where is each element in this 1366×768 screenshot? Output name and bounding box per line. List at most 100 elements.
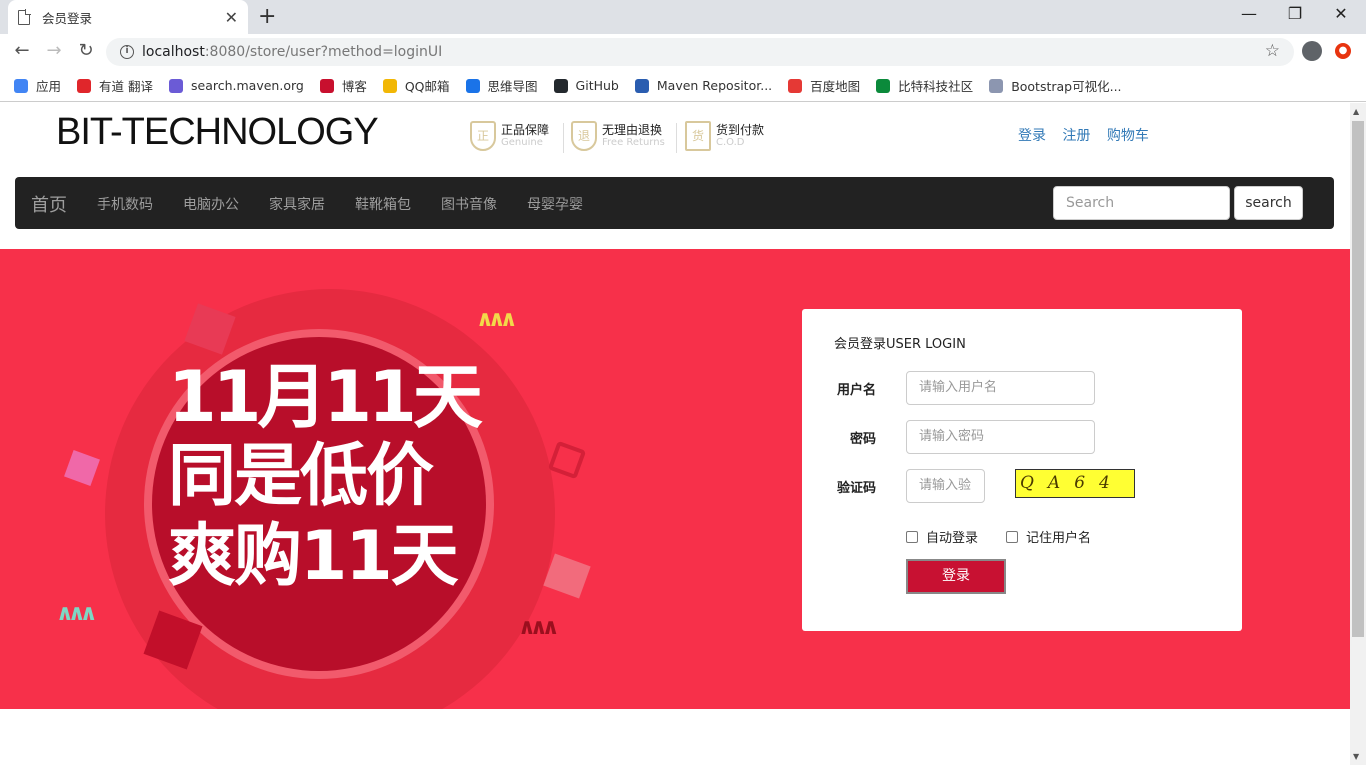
promo-line-2: 同是低价: [168, 437, 434, 516]
browser-tab[interactable]: 会员登录 ✕: [8, 0, 248, 34]
badge-cod: 货 货到付款 C.O.D: [685, 121, 764, 151]
nav-item-phones[interactable]: 手机数码: [97, 194, 153, 214]
cart-link[interactable]: 购物车: [1107, 128, 1149, 144]
bookmark-icon: [553, 78, 568, 93]
badge-divider: [563, 123, 564, 153]
bookmarks-bar: 应用 有道 翻译 search.maven.org 博客 QQ邮箱 思维导图 GitHub M…: [0, 70, 1366, 102]
badge-subtitle: Free Returns: [602, 137, 665, 148]
login-link[interactable]: 登录: [1018, 128, 1046, 144]
bookmark-label: 比特科技社区: [898, 79, 974, 94]
checkbox-icon[interactable]: [906, 530, 918, 543]
decor-zigzag: ∧∧∧: [476, 307, 518, 332]
tab-title: 会员登录: [42, 10, 93, 26]
bookmark-item[interactable]: 应用: [14, 76, 61, 95]
register-link[interactable]: 注册: [1062, 128, 1090, 144]
login-button[interactable]: 登录: [906, 559, 1006, 594]
nav-item-shoes-bags[interactable]: 鞋靴箱包: [355, 194, 411, 214]
site-logo[interactable]: BIT-TECHNOLOGY: [56, 111, 379, 154]
bookmark-label: QQ邮箱: [404, 79, 450, 94]
password-input[interactable]: 请输入密码: [906, 420, 1095, 454]
captcha-image[interactable]: QA64: [1015, 469, 1135, 498]
login-panel: 会员登录USER LOGIN 用户名 请输入用户名 密码 请输入密码 验证码 请…: [802, 309, 1242, 631]
badge-subtitle: Genuine: [501, 137, 543, 148]
auto-login-checkbox[interactable]: 自动登录: [906, 527, 978, 546]
decor-cube: [543, 553, 591, 599]
new-tab-icon[interactable]: +: [258, 4, 276, 29]
bookmark-item[interactable]: 博客: [319, 76, 367, 95]
badge-title: 无理由退换: [602, 123, 663, 137]
badge-divider: [676, 123, 677, 153]
profile-icon[interactable]: [1302, 41, 1322, 61]
captcha-row: 验证码 请输入验: [834, 469, 985, 503]
bookmark-icon: [876, 78, 891, 93]
badge-title: 货到付款: [716, 123, 765, 137]
bookmark-star-icon[interactable]: ☆: [1265, 41, 1280, 61]
extension-icon[interactable]: ●: [1335, 43, 1351, 59]
page-icon: [18, 8, 31, 25]
bookmark-item[interactable]: Bootstrap可视化...: [989, 76, 1122, 95]
bookmark-label: Bootstrap可视化...: [1011, 79, 1122, 94]
scroll-up-icon[interactable]: ▲: [1353, 107, 1359, 116]
password-label: 密码: [849, 431, 876, 447]
decor-zigzag: ∧∧∧: [56, 601, 98, 626]
decor-zigzag: ∧∧∧: [518, 615, 560, 640]
reload-icon[interactable]: ↻: [74, 40, 98, 61]
bookmark-item[interactable]: QQ邮箱: [382, 76, 450, 95]
nav-item-baby[interactable]: 母婴孕婴: [527, 194, 583, 214]
scrollbar-thumb[interactable]: [1352, 121, 1364, 637]
restore-icon[interactable]: ❐: [1272, 4, 1318, 23]
bookmark-label: 有道 翻译: [99, 79, 153, 94]
scroll-down-icon[interactable]: ▼: [1353, 752, 1359, 761]
page-scrollbar[interactable]: ▲ ▼: [1350, 103, 1366, 765]
bookmark-item[interactable]: 百度地图: [788, 76, 860, 95]
search-input[interactable]: Search: [1053, 186, 1230, 220]
address-bar[interactable]: i localhost :8080/store/user?method=logi…: [106, 38, 1294, 66]
nav-item-computers[interactable]: 电脑办公: [183, 194, 239, 214]
nav-item-furniture[interactable]: 家具家居: [269, 194, 325, 214]
back-icon[interactable]: ←: [10, 40, 34, 61]
promo-line-1: 11月11天: [168, 356, 483, 438]
bookmark-item[interactable]: search.maven.org: [169, 78, 304, 93]
bookmark-icon: [989, 78, 1004, 93]
nav-item-books-media[interactable]: 图书音像: [441, 194, 497, 214]
nav-home[interactable]: 首页: [31, 191, 67, 217]
auto-login-label: 自动登录: [926, 531, 979, 546]
minimize-icon[interactable]: —: [1226, 4, 1272, 23]
bookmark-item[interactable]: 比特科技社区: [876, 76, 973, 95]
shield-icon: 正: [470, 121, 496, 151]
forward-icon[interactable]: →: [42, 40, 66, 61]
bookmark-item[interactable]: GitHub: [553, 78, 619, 93]
username-input[interactable]: 请输入用户名: [906, 371, 1095, 405]
url-host: localhost: [142, 44, 205, 60]
bookmark-item[interactable]: 有道 翻译: [77, 76, 153, 95]
gift-icon: 货: [685, 121, 711, 151]
bookmark-item[interactable]: 思维导图: [465, 76, 538, 95]
badge-returns: 退 无理由退换 Free Returns: [571, 121, 665, 151]
window-close-icon[interactable]: ✕: [1318, 4, 1364, 23]
checkbox-icon[interactable]: [1006, 530, 1018, 543]
bookmark-icon: [169, 78, 183, 93]
remember-user-checkbox[interactable]: 记住用户名: [1006, 527, 1091, 546]
browser-tab-bar: 会员登录 ✕ + — ❐ ✕: [0, 0, 1366, 34]
bookmark-item[interactable]: Maven Repositor...: [634, 78, 772, 93]
page-viewport: BIT-TECHNOLOGY 正 正品保障 Genuine 退 无理由退换 Fr…: [0, 103, 1350, 765]
promo-text: 11月11天 同是低价 爽购11天: [168, 357, 488, 597]
bookmark-label: 博客: [341, 79, 367, 94]
nav-categories: 手机数码 电脑办公 家具家居 鞋靴箱包 图书音像 母婴孕婴: [97, 194, 613, 214]
decor-cube: [64, 450, 100, 486]
bookmark-icon: [77, 78, 92, 93]
captcha-input[interactable]: 请输入验: [906, 469, 985, 503]
badge-genuine: 正 正品保障 Genuine: [470, 121, 549, 151]
bookmark-label: 思维导图: [487, 79, 538, 94]
bookmark-label: 应用: [36, 79, 62, 94]
bookmark-icon: [319, 78, 334, 93]
search-button[interactable]: search: [1234, 186, 1303, 220]
captcha-label: 验证码: [836, 480, 876, 496]
login-heading: 会员登录USER LOGIN: [834, 337, 966, 352]
username-label: 用户名: [836, 382, 876, 398]
close-tab-icon[interactable]: ✕: [225, 8, 238, 27]
info-icon[interactable]: i: [120, 45, 134, 59]
bookmark-icon: [465, 78, 480, 93]
badge-subtitle: C.O.D: [716, 137, 745, 148]
bookmark-label: search.maven.org: [191, 78, 304, 93]
